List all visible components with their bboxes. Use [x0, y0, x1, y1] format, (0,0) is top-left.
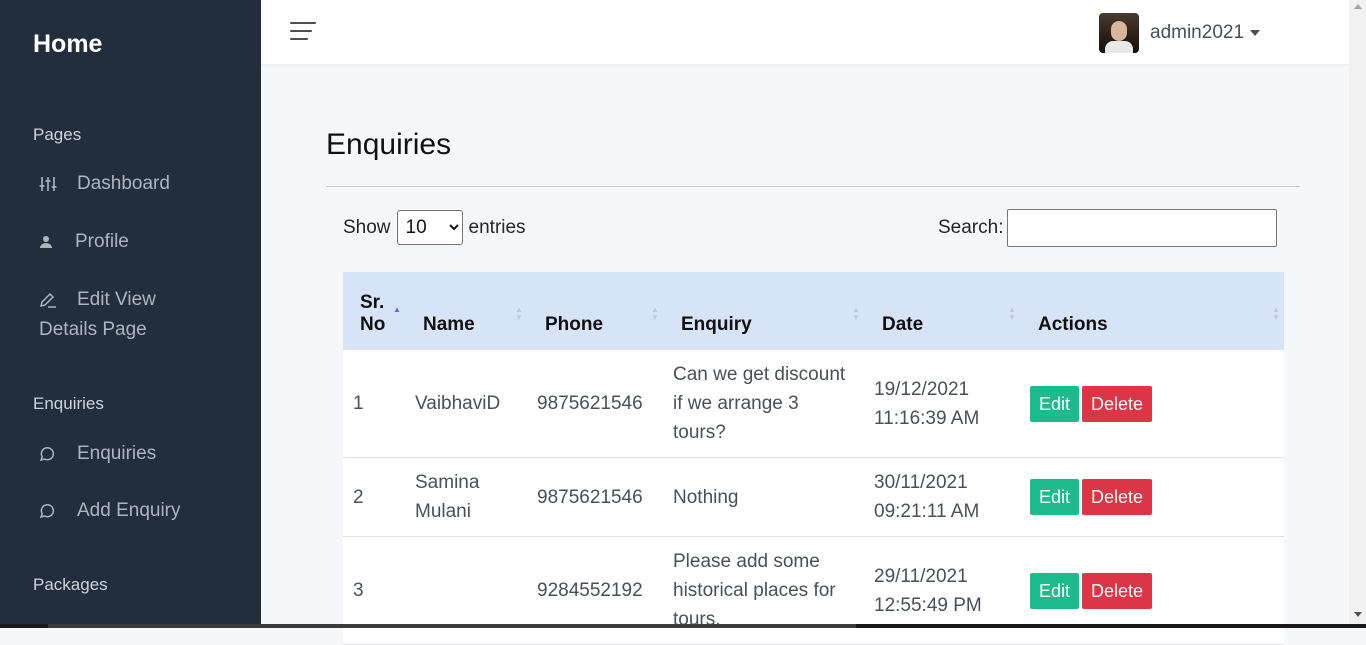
sidebar-header-enquiries: Enquiries — [33, 394, 104, 413]
page-length-select[interactable]: 10 25 50 100 — [396, 210, 463, 245]
cell-date: 30/11/2021 09:21:11 AM — [864, 457, 1020, 537]
sidebar-item-label: Profile — [75, 231, 129, 252]
search-input[interactable] — [1007, 209, 1278, 247]
sidebar-item-label: Dashboard — [77, 173, 170, 194]
vertical-scrollbar[interactable] — [1349, 0, 1366, 624]
table-row: 3 9284552192 Please add some historical … — [343, 536, 1284, 645]
cell-enquiry: Please add some historical places for to… — [663, 536, 864, 645]
table-row: 2 Samina Mulani 9875621546 Nothing 30/11… — [343, 457, 1284, 537]
cell-name: VaibhaviD — [405, 350, 527, 458]
cell-srno: 3 — [343, 536, 405, 645]
sidebar-header-pages: Pages — [33, 125, 82, 144]
show-entries-control: Show 10 25 50 100 entries — [343, 210, 526, 245]
username: admin2021 — [1150, 22, 1245, 43]
column-header-enquiry[interactable]: Enquiry ▲ ▼ — [663, 272, 864, 350]
page-title: Enquiries — [326, 128, 452, 161]
column-header-date[interactable]: Date ▲ ▼ — [864, 272, 1020, 350]
edit-button[interactable]: Edit — [1030, 572, 1080, 609]
cell-phone: 9284552192 — [527, 536, 663, 645]
cell-srno: 2 — [343, 457, 405, 537]
cell-phone: 9875621546 — [527, 350, 663, 458]
cell-name — [405, 536, 527, 645]
table-header-row: Sr. No ▲ Name ▲ ▼ Phone ▲ ▼ Enquiry ▲ ▼ Date… — [343, 272, 1284, 350]
sort-icon: ▲ ▼ — [651, 305, 659, 322]
cell-enquiry: Nothing — [663, 457, 864, 537]
enquiries-table: Sr. No ▲ Name ▲ ▼ Phone ▲ ▼ Enquiry ▲ ▼ Date… — [343, 272, 1284, 645]
sidebar-item-enquiries[interactable]: Enquiries — [39, 439, 156, 469]
sidebar-item-label: Edit View — [77, 289, 156, 310]
sort-icon: ▲ ▼ — [852, 305, 860, 322]
cell-actions: Edit Delete — [1020, 536, 1284, 645]
cell-date: 19/12/2021 11:16:39 AM — [864, 350, 1020, 458]
topbar: admin2021 — [261, 0, 1349, 64]
horizontal-scrollbar[interactable] — [0, 624, 1366, 628]
search-label: Search: — [938, 217, 1004, 238]
sidebar-item-label: Enquiries — [77, 443, 157, 464]
sidebar-item-profile[interactable]: Profile — [39, 227, 129, 257]
entries-label: entries — [468, 216, 526, 238]
cell-actions: Edit Delete — [1020, 350, 1284, 458]
user-menu[interactable]: admin2021 — [1099, 13, 1261, 53]
column-header-actions[interactable]: Actions ▲ ▼ — [1020, 272, 1284, 350]
sort-icon: ▲ ▼ — [515, 305, 523, 322]
sidebar-item-label-cont: Details Page — [39, 319, 147, 340]
delete-button[interactable]: Delete — [1082, 479, 1153, 515]
sidebar-item-dashboard[interactable]: Dashboard — [39, 169, 170, 199]
pencil-icon — [39, 292, 63, 308]
sidebar-item-add-enquiry[interactable]: Add Enquiry — [39, 496, 181, 526]
column-header-phone[interactable]: Phone ▲ ▼ — [527, 272, 663, 350]
scroll-up-arrow-icon[interactable] — [1354, 4, 1362, 9]
user-icon — [39, 235, 61, 249]
cell-enquiry: Can we get discount if we arrange 3 tour… — [663, 350, 864, 458]
sort-icon: ▲ ▼ — [1272, 305, 1280, 322]
cell-phone: 9875621546 — [527, 457, 663, 537]
sidebar-item-edit-view-details[interactable]: Edit View Details Page — [39, 285, 239, 345]
message-circle-icon — [39, 446, 63, 462]
column-header-name[interactable]: Name ▲ ▼ — [405, 272, 527, 350]
edit-button[interactable]: Edit — [1030, 479, 1080, 515]
column-header-srno[interactable]: Sr. No ▲ — [343, 272, 405, 350]
hamburger-icon[interactable] — [290, 22, 316, 42]
sidebar-header-packages: Packages — [33, 575, 108, 594]
sidebar-brand[interactable]: Home — [33, 30, 102, 59]
edit-button[interactable]: Edit — [1030, 385, 1080, 422]
caret-down-icon — [1250, 30, 1261, 36]
sidebar: Home Pages Dashboard Profile Edit View D… — [0, 0, 261, 624]
avatar — [1099, 13, 1139, 53]
show-label: Show — [343, 216, 391, 238]
cell-name: Samina Mulani — [405, 457, 527, 537]
scroll-down-arrow-icon[interactable] — [1354, 612, 1362, 617]
sliders-icon — [39, 176, 63, 192]
cell-actions: Edit Delete — [1020, 457, 1284, 537]
delete-button[interactable]: Delete — [1082, 385, 1153, 422]
cell-srno: 1 — [343, 350, 405, 458]
message-circle-icon — [39, 503, 63, 519]
table-row: 1 VaibhaviD 9875621546 Can we get discou… — [343, 350, 1284, 458]
sidebar-item-label: Add Enquiry — [77, 500, 181, 521]
sort-icon: ▲ ▼ — [1008, 305, 1016, 322]
divider — [326, 186, 1300, 187]
cell-date: 29/11/2021 12:55:49 PM — [864, 536, 1020, 645]
sort-asc-icon: ▲ — [393, 305, 401, 314]
delete-button[interactable]: Delete — [1082, 572, 1153, 609]
search-control: Search: — [938, 209, 1278, 247]
